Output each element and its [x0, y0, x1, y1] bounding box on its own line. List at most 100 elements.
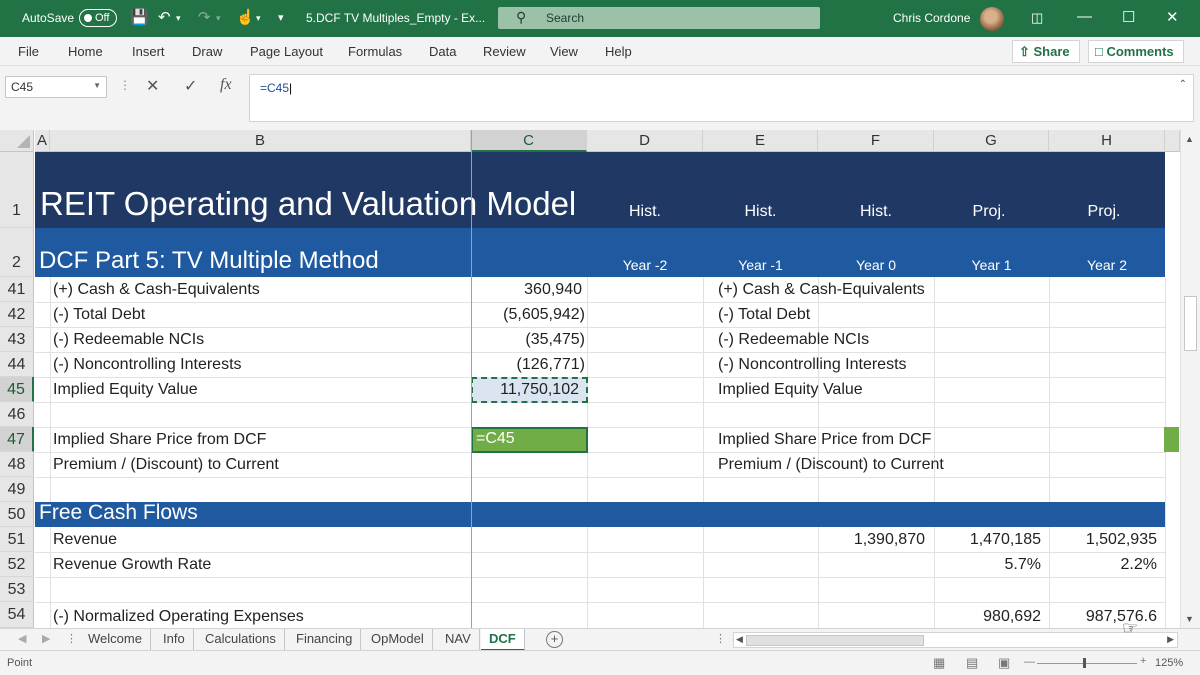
- row-header-51[interactable]: 51: [0, 527, 34, 552]
- sheet-tab-opmodel[interactable]: OpModel: [363, 629, 433, 651]
- add-sheet-icon[interactable]: +: [546, 631, 563, 648]
- scroll-left-icon[interactable]: ◀: [736, 634, 743, 645]
- tab-view[interactable]: View: [550, 44, 578, 59]
- label-cash-e[interactable]: (+) Cash & Cash-Equivalents: [718, 281, 925, 299]
- sheet-tab-dcf[interactable]: DCF: [481, 629, 525, 651]
- tab-formulas[interactable]: Formulas: [348, 44, 402, 59]
- value-growth-g[interactable]: 5.7%: [934, 556, 1041, 574]
- sheet-tab-calculations[interactable]: Calculations: [197, 629, 285, 651]
- tab-file[interactable]: File: [18, 44, 39, 59]
- row-header-2[interactable]: 2: [0, 228, 34, 277]
- worksheet-grid[interactable]: A B C D E F G H 1 REIT Operating and Val…: [0, 130, 1200, 628]
- tab-home[interactable]: Home: [68, 44, 103, 59]
- row-header-46[interactable]: 46: [0, 402, 34, 427]
- row-header-1[interactable]: 1: [0, 152, 34, 228]
- redo-icon[interactable]: ↷: [198, 8, 211, 26]
- comments-button[interactable]: □ Comments: [1088, 40, 1184, 63]
- sheet-tab-financing[interactable]: Financing: [288, 629, 362, 651]
- column-header-b[interactable]: B: [50, 130, 471, 152]
- column-header-c[interactable]: C: [471, 130, 587, 152]
- value-opex-h[interactable]: 987,576.6: [1049, 608, 1157, 626]
- select-all-button[interactable]: [0, 130, 34, 152]
- zoom-in-icon[interactable]: +: [1140, 655, 1146, 667]
- label-opex[interactable]: (-) Normalized Operating Expenses: [53, 608, 304, 626]
- value-implied-equity[interactable]: 11,750,102: [471, 381, 579, 399]
- label-revenue-growth[interactable]: Revenue Growth Rate: [53, 556, 211, 574]
- close-icon[interactable]: ✕: [1166, 8, 1179, 26]
- column-header-h[interactable]: H: [1049, 130, 1165, 152]
- scroll-up-icon[interactable]: ▲: [1185, 134, 1194, 144]
- tab-insert[interactable]: Insert: [132, 44, 165, 59]
- sheet-tab-nav[interactable]: NAV: [437, 629, 480, 651]
- row-header-53[interactable]: 53: [0, 577, 34, 602]
- search-box[interactable]: ⚲ Search: [498, 7, 820, 29]
- column-header-i[interactable]: [1165, 130, 1180, 152]
- share-price-cell-i47[interactable]: [1164, 427, 1179, 452]
- scroll-right-icon[interactable]: ▶: [1167, 634, 1174, 645]
- page-break-view-icon[interactable]: ▣: [998, 655, 1010, 671]
- row-header-41[interactable]: 41: [0, 277, 34, 302]
- label-implied-equity[interactable]: Implied Equity Value: [53, 381, 198, 399]
- column-header-f[interactable]: F: [818, 130, 934, 152]
- autosave-toggle[interactable]: Off: [79, 9, 117, 27]
- label-implied-share-price[interactable]: Implied Share Price from DCF: [53, 431, 266, 449]
- row-header-48[interactable]: 48: [0, 452, 34, 477]
- zoom-slider-track[interactable]: [1037, 663, 1137, 664]
- value-cash[interactable]: 360,940: [471, 281, 582, 299]
- normal-view-icon[interactable]: ▦: [933, 655, 945, 671]
- value-opex-g[interactable]: 980,692: [934, 608, 1041, 626]
- sheet-more-icon[interactable]: ⋮: [66, 632, 77, 645]
- tab-page-layout[interactable]: Page Layout: [250, 44, 323, 59]
- label-revenue[interactable]: Revenue: [53, 531, 117, 549]
- tab-review[interactable]: Review: [483, 44, 526, 59]
- value-growth-h[interactable]: 2.2%: [1049, 556, 1157, 574]
- sheet-tab-welcome[interactable]: Welcome: [80, 629, 151, 651]
- value-noncontrolling[interactable]: (126,771): [471, 356, 586, 374]
- value-revenue-f[interactable]: 1,390,870: [818, 531, 925, 549]
- value-revenue-h[interactable]: 1,502,935: [1049, 531, 1157, 549]
- insert-function-icon[interactable]: fx: [220, 76, 232, 94]
- row-header-45[interactable]: 45: [0, 377, 34, 402]
- user-name[interactable]: Chris Cordone: [893, 11, 970, 25]
- zoom-level[interactable]: 125%: [1155, 657, 1183, 669]
- customize-qat-icon[interactable]: ▾: [278, 11, 284, 24]
- label-implied-equity-e[interactable]: Implied Equity Value: [718, 381, 863, 399]
- page-layout-view-icon[interactable]: ▤: [966, 655, 978, 671]
- expand-formula-icon[interactable]: ⌃: [1179, 79, 1187, 90]
- undo-dropdown-icon[interactable]: ▾: [176, 13, 181, 24]
- row-header-52[interactable]: 52: [0, 552, 34, 577]
- row-header-44[interactable]: 44: [0, 352, 34, 377]
- column-header-g[interactable]: G: [934, 130, 1049, 152]
- minimize-icon[interactable]: —: [1077, 8, 1092, 25]
- row-header-54[interactable]: 54: [0, 602, 34, 628]
- tab-split-icon[interactable]: ⋮: [715, 632, 726, 645]
- tab-help[interactable]: Help: [605, 44, 632, 59]
- label-noncontrolling-e[interactable]: (-) Noncontrolling Interests: [718, 356, 907, 374]
- label-premium-discount-e[interactable]: Premium / (Discount) to Current: [718, 456, 944, 474]
- sheet-tab-info[interactable]: Info: [155, 629, 194, 651]
- save-icon[interactable]: 💾: [130, 8, 149, 26]
- value-revenue-g[interactable]: 1,470,185: [934, 531, 1041, 549]
- label-implied-share-price-e[interactable]: Implied Share Price from DCF: [718, 431, 931, 449]
- row-header-47[interactable]: 47: [0, 427, 34, 452]
- value-total-debt[interactable]: (5,605,942): [471, 306, 585, 324]
- prev-sheet-icon[interactable]: ◀: [18, 632, 26, 645]
- column-header-a[interactable]: A: [35, 130, 50, 152]
- zoom-slider-knob[interactable]: [1083, 658, 1086, 668]
- label-redeemable-ncis[interactable]: (-) Redeemable NCIs: [53, 331, 204, 349]
- touch-dropdown-icon[interactable]: ▾: [256, 13, 261, 24]
- enter-icon[interactable]: ✓: [184, 76, 197, 96]
- active-cell-c47[interactable]: =C45: [471, 427, 588, 453]
- label-premium-discount[interactable]: Premium / (Discount) to Current: [53, 456, 279, 474]
- column-header-e[interactable]: E: [703, 130, 818, 152]
- vertical-scrollbar[interactable]: ▲ ▼: [1180, 130, 1200, 628]
- row-header-49[interactable]: 49: [0, 477, 34, 502]
- tab-draw[interactable]: Draw: [192, 44, 222, 59]
- row-header-50[interactable]: 50: [0, 502, 34, 527]
- horizontal-scroll-thumb[interactable]: [746, 635, 924, 646]
- name-box[interactable]: C45 ▼: [5, 76, 107, 98]
- redo-dropdown-icon[interactable]: ▾: [216, 13, 221, 24]
- label-total-debt[interactable]: (-) Total Debt: [53, 306, 145, 324]
- next-sheet-icon[interactable]: ▶: [42, 632, 50, 645]
- formula-input[interactable]: =C45| ⌃: [249, 74, 1194, 122]
